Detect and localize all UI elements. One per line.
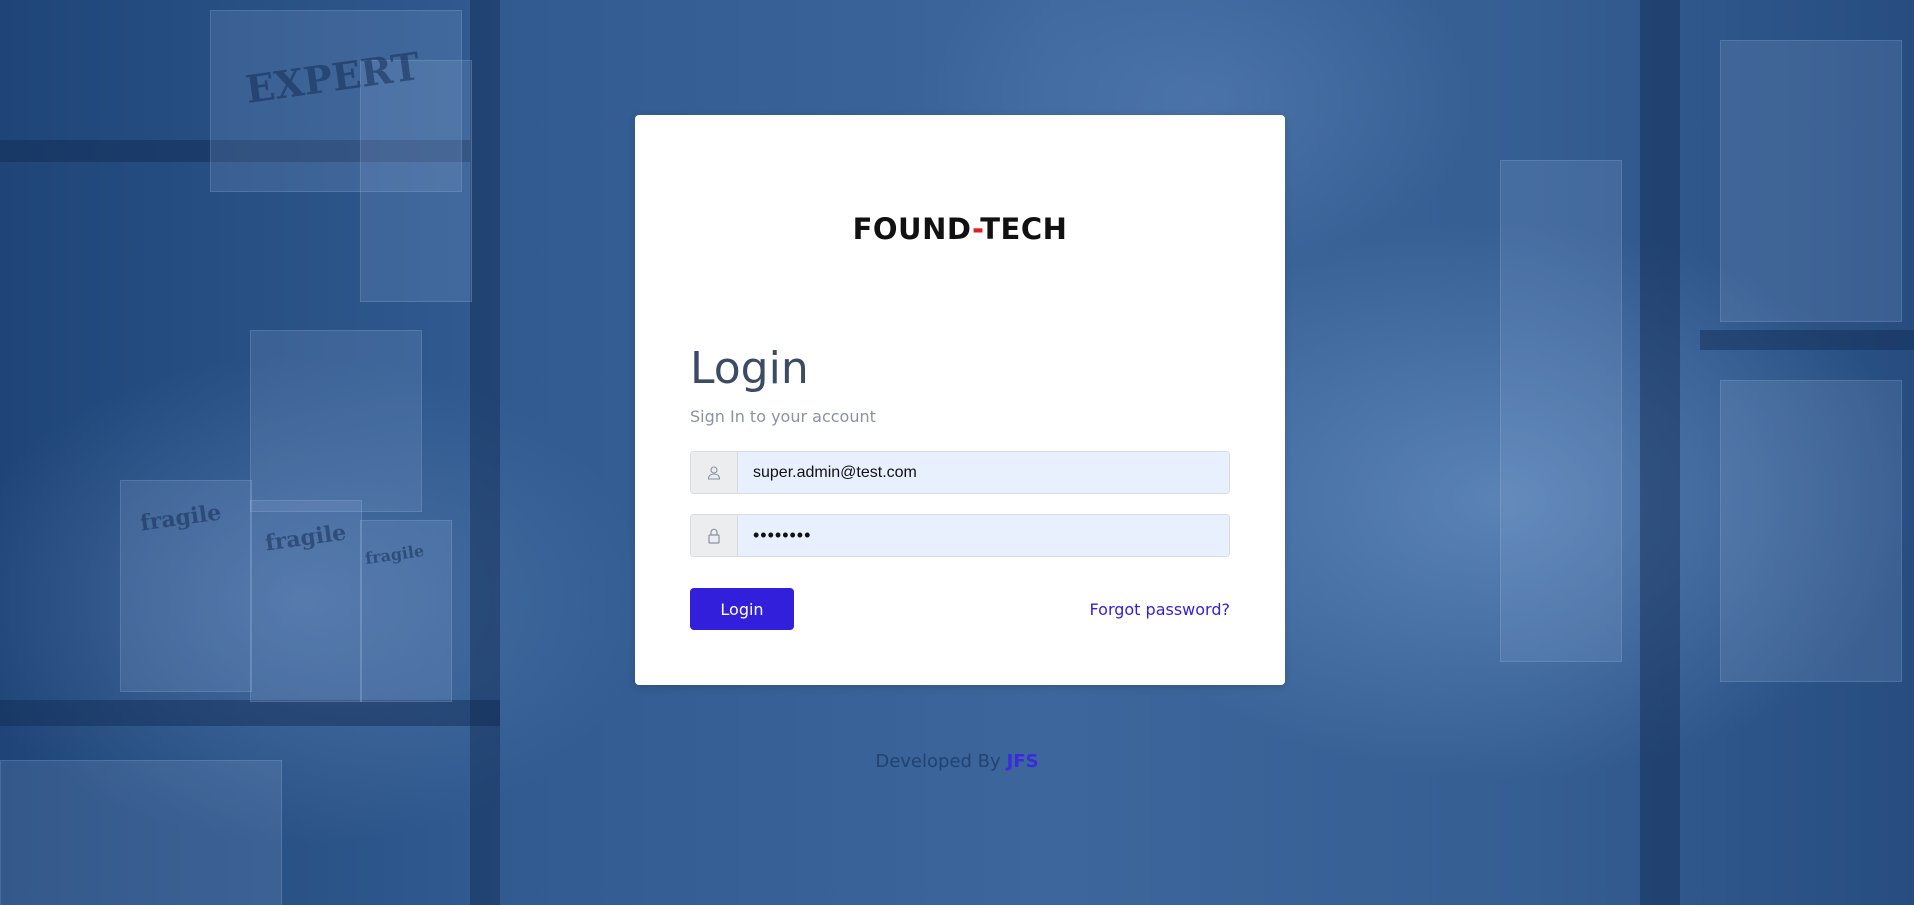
- background-shelf: [0, 700, 500, 726]
- logo-text-right: TECH: [980, 212, 1068, 246]
- login-button[interactable]: Login: [690, 588, 794, 630]
- footer-prefix: Developed By: [875, 751, 1001, 772]
- page-title: Login: [690, 343, 809, 394]
- footer-brand-link[interactable]: JFS: [1007, 751, 1039, 772]
- username-input-group: [690, 451, 1230, 494]
- background-box: [1720, 380, 1902, 682]
- background-box: [1720, 40, 1902, 322]
- login-page: EXPERT fragile fragile fragile FOUND-TEC…: [0, 0, 1914, 905]
- page-subtitle: Sign In to your account: [690, 407, 876, 426]
- login-card: FOUND-TECH Login Sign In to your account: [635, 115, 1285, 685]
- background-box: [360, 60, 472, 302]
- footer-credit: Developed By JFS: [0, 751, 1914, 772]
- password-input-group: [690, 514, 1230, 557]
- background-box: [250, 330, 422, 512]
- company-logo: FOUND-TECH: [635, 212, 1285, 246]
- background-box: [0, 760, 282, 905]
- logo-text-left: FOUND: [852, 212, 972, 246]
- background-box: [1500, 160, 1622, 662]
- lock-icon: [691, 515, 738, 556]
- password-input[interactable]: [738, 515, 1229, 556]
- username-input[interactable]: [738, 452, 1229, 493]
- forgot-password-link[interactable]: Forgot password?: [1090, 600, 1230, 619]
- user-icon: [691, 452, 738, 493]
- background-shelf: [1700, 330, 1914, 350]
